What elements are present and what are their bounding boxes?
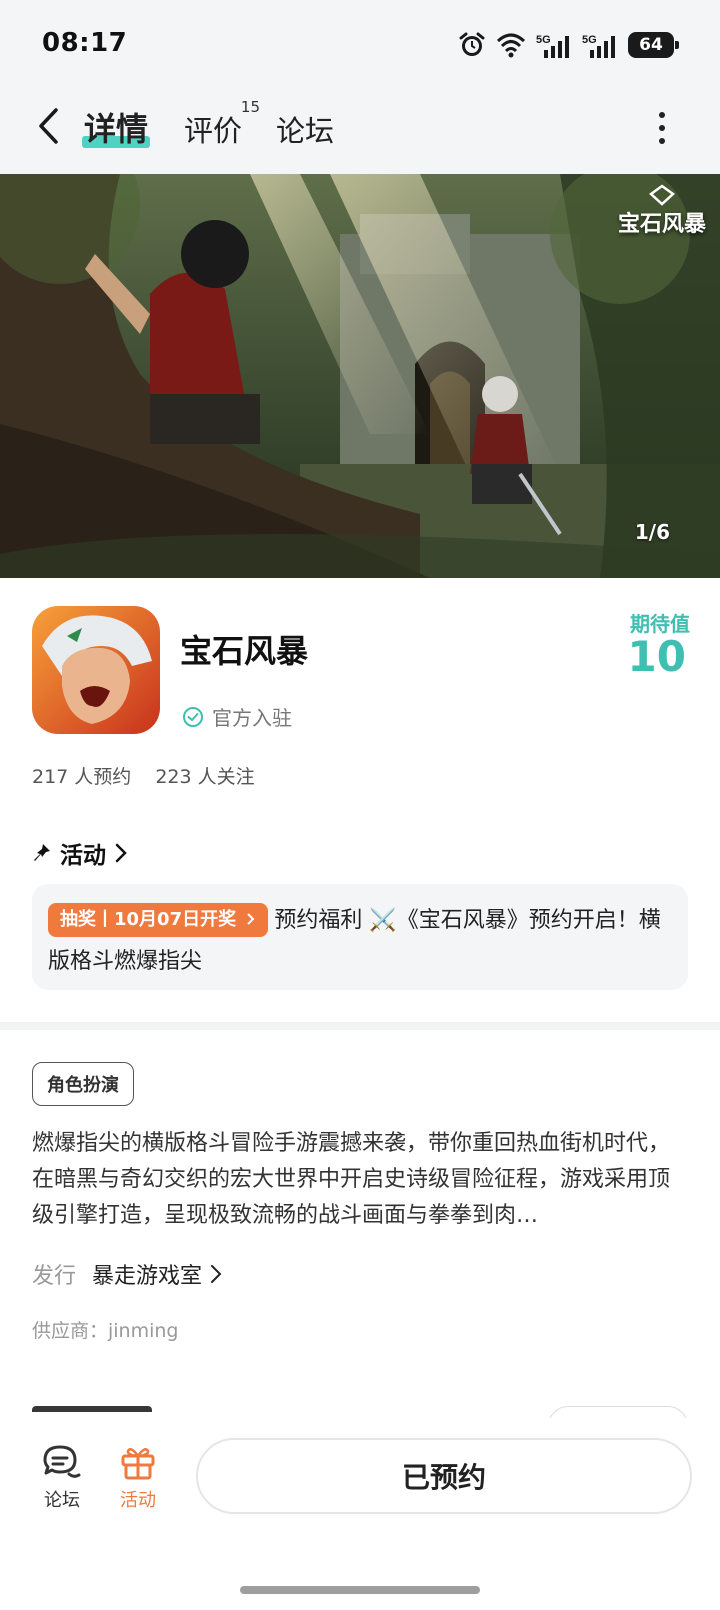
chevron-right-icon — [211, 1265, 222, 1283]
activity-section-header[interactable]: 活动 — [32, 836, 128, 870]
verified-check-icon — [183, 706, 203, 727]
chevron-left-icon — [39, 108, 58, 144]
publisher-row[interactable]: 发行 暴走游戏室 — [32, 1258, 222, 1290]
status-icons: 5G 5G 64 — [458, 30, 679, 60]
expect-value: 10 — [627, 632, 686, 681]
supplier-info: 供应商：jinming — [32, 1320, 179, 1342]
banner-counter: 1/6 — [634, 520, 670, 544]
bottom-activity-button[interactable]: 活动 — [108, 1444, 168, 1512]
reservation-count: 217 人预约 — [32, 766, 132, 788]
chevron-right-icon — [247, 913, 255, 925]
gift-icon — [121, 1448, 155, 1480]
bottom-forum-button[interactable]: 论坛 — [32, 1444, 92, 1512]
tab-forum[interactable]: 论坛 — [276, 108, 334, 150]
section-divider — [0, 1022, 720, 1030]
alarm-icon — [459, 32, 485, 56]
svg-text:5G: 5G — [582, 34, 597, 46]
pin-icon — [34, 844, 50, 861]
genre-tag[interactable]: 角色扮演 — [32, 1062, 134, 1106]
signal-icon: 5G — [582, 34, 615, 58]
tab-review[interactable]: 评价 15 — [184, 98, 260, 150]
game-description[interactable]: 燃爆指尖的横版格斗冒险手游震撼来袭，带你重回热血街机时代，在暗黑与奇幻交织的宏大… — [32, 1126, 688, 1234]
follower-count: 223 人关注 — [155, 766, 255, 788]
game-icon-artwork — [32, 606, 160, 734]
game-icon[interactable] — [32, 606, 160, 734]
status-bar: 08:17 5G 5G 64 — [0, 0, 720, 90]
status-time: 08:17 — [42, 28, 128, 58]
banner-image[interactable]: 宝石风暴 1/6 — [0, 174, 720, 578]
review-button-peek — [548, 1406, 688, 1418]
chevron-right-icon — [115, 843, 127, 863]
review-section-peek — [32, 1406, 688, 1418]
reserved-button[interactable]: 已预约 — [196, 1438, 692, 1514]
battery-icon: 64 — [628, 32, 679, 58]
game-stats: 217 人预约 223 人关注 — [32, 762, 255, 789]
back-button[interactable] — [28, 104, 68, 148]
wifi-icon — [496, 33, 526, 58]
home-indicator[interactable] — [240, 1586, 480, 1594]
more-options-button[interactable] — [654, 112, 670, 144]
activity-card[interactable]: 抽奖丨10月07日开奖 预约福利 ⚔️《宝石风暴》预约开启！横版格斗燃爆指尖 — [32, 884, 688, 990]
publisher-label: 发行 — [32, 1264, 77, 1289]
logo-emblem-icon — [649, 184, 675, 206]
banner-game-logo: 宝石风暴 — [612, 184, 712, 244]
lottery-badge: 抽奖丨10月07日开奖 — [48, 903, 269, 937]
nav-bar: 详情 评价 15 论坛 — [0, 90, 720, 174]
review-count-badge: 15 — [240, 98, 261, 116]
top-area: 08:17 5G 5G 64 详情 评价 15 论坛 — [0, 0, 720, 174]
review-title-peek — [32, 1406, 152, 1418]
game-name: 宝石风暴 — [180, 632, 309, 670]
bottom-bar: 论坛 活动 已预约 — [0, 1420, 720, 1610]
publisher-name-link[interactable]: 暴走游戏室 — [92, 1258, 222, 1290]
game-header: 宝石风暴 官方入驻 期待值 10 217 人预约 223 人关注 — [0, 578, 720, 798]
svg-text:5G: 5G — [536, 34, 551, 46]
forum-chat-icon — [43, 1445, 81, 1478]
tab-detail[interactable]: 详情 — [82, 104, 151, 150]
signal-icon: 5G — [536, 34, 569, 58]
official-badge: 官方入驻 — [182, 702, 292, 731]
